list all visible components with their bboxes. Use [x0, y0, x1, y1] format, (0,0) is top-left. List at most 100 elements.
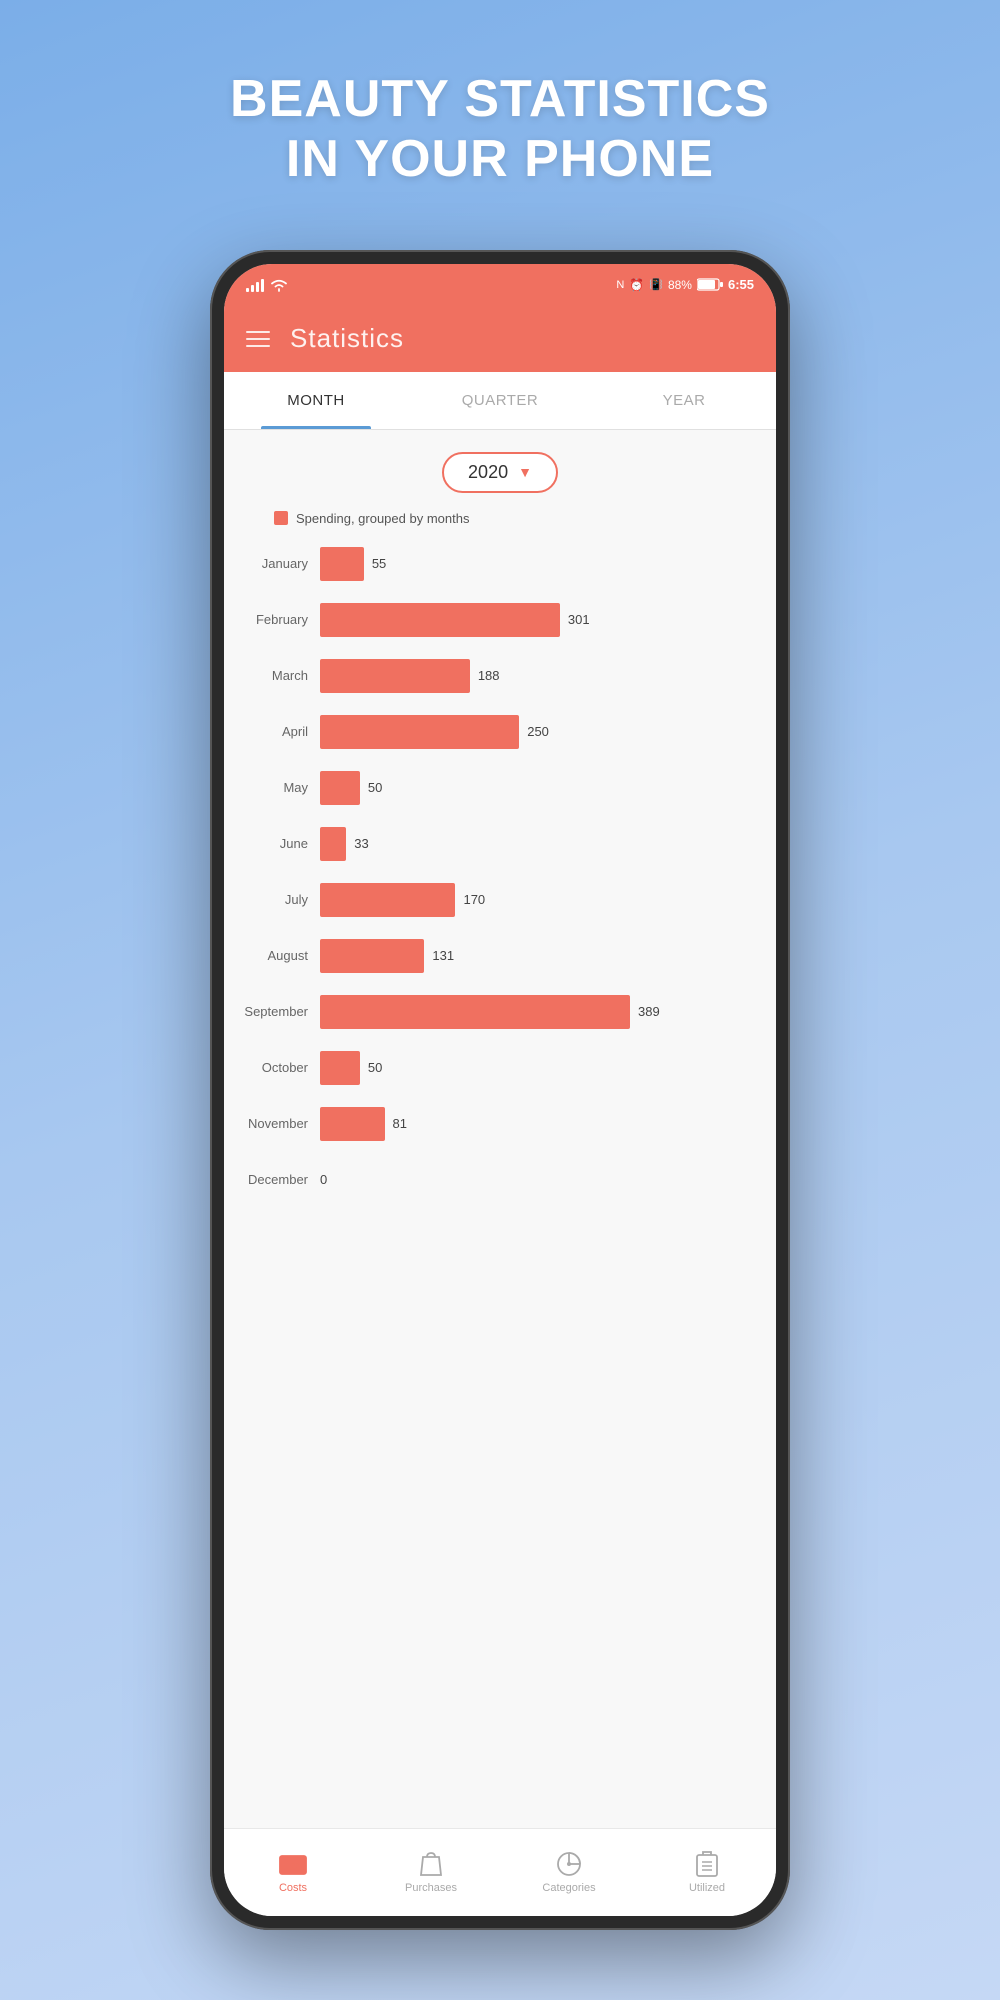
wifi-icon — [270, 278, 288, 292]
hamburger-menu[interactable] — [246, 331, 270, 347]
row-month-label: March — [232, 668, 320, 683]
year-selector-wrap: 2020 ▼ — [224, 430, 776, 507]
nav-item-categories[interactable]: Categories — [500, 1850, 638, 1894]
row-month-label: February — [232, 612, 320, 627]
status-right: N ⏰ 📳 88% 6:55 — [616, 277, 754, 292]
nav-label-utilized: Utilized — [689, 1882, 725, 1894]
bar-value: 50 — [368, 1060, 382, 1075]
year-selector[interactable]: 2020 ▼ — [442, 452, 558, 493]
chart-row: August 131 — [232, 928, 760, 984]
bar-container: 188 — [320, 659, 760, 693]
alarm-icon: ⏰ — [629, 278, 644, 292]
bar-container: 55 — [320, 547, 760, 581]
hero-title: BEAUTY STATISTICS IN YOUR PHONE — [230, 70, 770, 190]
categories-icon — [555, 1850, 583, 1878]
bar — [320, 547, 364, 581]
bar-value: 50 — [368, 780, 382, 795]
tabs-container: MONTH QUARTER YEAR — [224, 372, 776, 430]
phone-mockup: N ⏰ 📳 88% 6:55 Statistics MONTH QUAR — [210, 250, 790, 1930]
bar-value: 250 — [527, 724, 549, 739]
chart-row: July 170 — [232, 872, 760, 928]
bar-container: 250 — [320, 715, 760, 749]
bar — [320, 659, 470, 693]
bar-value: 55 — [372, 556, 386, 571]
chart-row: April 250 — [232, 704, 760, 760]
nav-item-purchases[interactable]: Purchases — [362, 1850, 500, 1894]
bar-container: 301 — [320, 603, 760, 637]
row-month-label: November — [232, 1116, 320, 1131]
chevron-down-icon: ▼ — [518, 464, 532, 480]
row-month-label: August — [232, 948, 320, 963]
tab-year[interactable]: YEAR — [592, 372, 776, 429]
chart-row: January 55 — [232, 536, 760, 592]
bar-container: 33 — [320, 827, 760, 861]
nav-label-purchases: Purchases — [405, 1882, 457, 1894]
battery-percent: 88% — [668, 278, 692, 292]
bar — [320, 603, 560, 637]
bar-container: 81 — [320, 1107, 760, 1141]
status-bar: N ⏰ 📳 88% 6:55 — [224, 264, 776, 306]
chart-row: March 188 — [232, 648, 760, 704]
signal-icon — [246, 278, 264, 292]
row-month-label: May — [232, 780, 320, 795]
bar — [320, 1107, 385, 1141]
app-header: Statistics — [224, 306, 776, 372]
row-month-label: June — [232, 836, 320, 851]
vibrate-icon: 📳 — [649, 278, 663, 291]
chart-row: February 301 — [232, 592, 760, 648]
bar-value: 188 — [478, 668, 500, 683]
bar-value: 170 — [463, 892, 485, 907]
year-value: 2020 — [468, 462, 508, 483]
chart-row: October 50 — [232, 1040, 760, 1096]
chart-row: May 50 — [232, 760, 760, 816]
bar-container: 50 — [320, 771, 760, 805]
row-month-label: December — [232, 1172, 320, 1187]
bar-container: 170 — [320, 883, 760, 917]
chart-row: June 33 — [232, 816, 760, 872]
nav-label-categories: Categories — [542, 1882, 595, 1894]
bar — [320, 1051, 360, 1085]
status-left — [246, 278, 288, 292]
bar-container: 389 — [320, 995, 760, 1029]
bar — [320, 771, 360, 805]
row-month-label: July — [232, 892, 320, 907]
legend-color-box — [274, 511, 288, 525]
chart-area: January 55 February 301 March 188 April … — [224, 536, 776, 1828]
bar-value: 389 — [638, 1004, 660, 1019]
bar — [320, 883, 455, 917]
tab-month[interactable]: MONTH — [224, 372, 408, 429]
bar-value: 301 — [568, 612, 590, 627]
bar-value: 0 — [320, 1172, 327, 1187]
bar-value: 131 — [432, 948, 454, 963]
content-area: 2020 ▼ Spending, grouped by months Janua… — [224, 430, 776, 1828]
row-month-label: January — [232, 556, 320, 571]
chart-rows: January 55 February 301 March 188 April … — [232, 536, 760, 1208]
bar-value: 33 — [354, 836, 368, 851]
chart-row: September 389 — [232, 984, 760, 1040]
battery-icon — [697, 278, 723, 291]
bar-container: 0 — [320, 1172, 760, 1187]
chart-row: November 81 — [232, 1096, 760, 1152]
row-month-label: September — [232, 1004, 320, 1019]
nav-item-costs[interactable]: 100 Costs — [224, 1850, 362, 1894]
time-display: 6:55 — [728, 277, 754, 292]
costs-icon: 100 — [279, 1850, 307, 1878]
bar — [320, 715, 519, 749]
phone-screen: N ⏰ 📳 88% 6:55 Statistics MONTH QUAR — [224, 264, 776, 1916]
app-title: Statistics — [290, 323, 404, 354]
chart-legend: Spending, grouped by months — [224, 507, 776, 536]
bar-container: 131 — [320, 939, 760, 973]
chart-row: December 0 — [232, 1152, 760, 1208]
bar-container: 50 — [320, 1051, 760, 1085]
tab-quarter[interactable]: QUARTER — [408, 372, 592, 429]
row-month-label: October — [232, 1060, 320, 1075]
bar — [320, 939, 424, 973]
utilized-icon — [693, 1850, 721, 1878]
purchases-icon — [417, 1850, 445, 1878]
nfc-icon: N — [616, 279, 624, 291]
nav-item-utilized[interactable]: Utilized — [638, 1850, 776, 1894]
bottom-nav: 100 Costs Purchases — [224, 1828, 776, 1916]
bar — [320, 995, 630, 1029]
bar-value: 81 — [393, 1116, 407, 1131]
nav-label-costs: Costs — [279, 1882, 307, 1894]
